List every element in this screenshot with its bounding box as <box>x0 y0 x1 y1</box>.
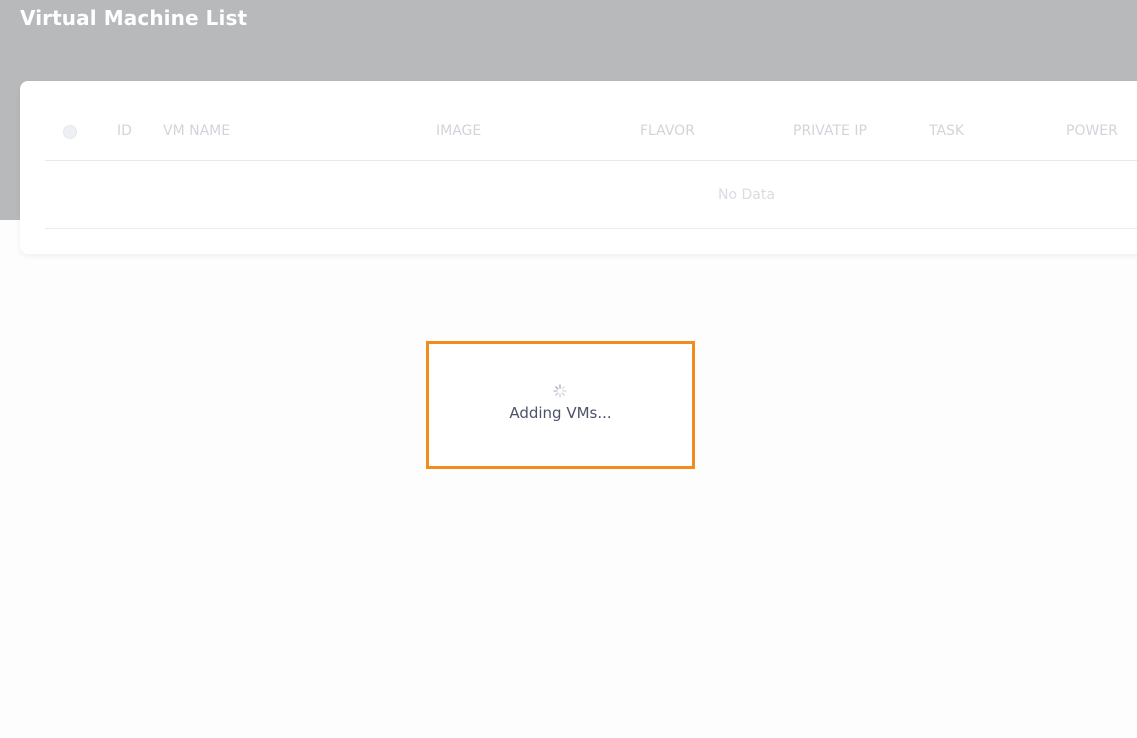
loading-text: Adding VMs... <box>509 404 612 422</box>
column-header-id[interactable]: ID <box>117 123 132 139</box>
select-all-checkbox[interactable] <box>63 125 77 139</box>
table-header: ID VM NAME IMAGE FLAVOR PRIVATE IP TASK … <box>45 81 1137 161</box>
column-header-task[interactable]: TASK <box>929 123 964 139</box>
column-header-vm-name[interactable]: VM NAME <box>163 123 230 139</box>
column-header-image[interactable]: IMAGE <box>436 123 481 139</box>
table-empty-row: No Data <box>45 161 1137 229</box>
loading-dialog: Adding VMs... <box>426 341 695 469</box>
column-header-power[interactable]: POWER <box>1066 123 1118 139</box>
spinner-icon <box>553 384 567 398</box>
no-data-text: No Data <box>718 187 775 203</box>
column-header-flavor[interactable]: FLAVOR <box>640 123 695 139</box>
page-title: Virtual Machine List <box>20 6 248 30</box>
column-header-private-ip[interactable]: PRIVATE IP <box>793 123 867 139</box>
vm-table-card: ID VM NAME IMAGE FLAVOR PRIVATE IP TASK … <box>20 81 1137 254</box>
